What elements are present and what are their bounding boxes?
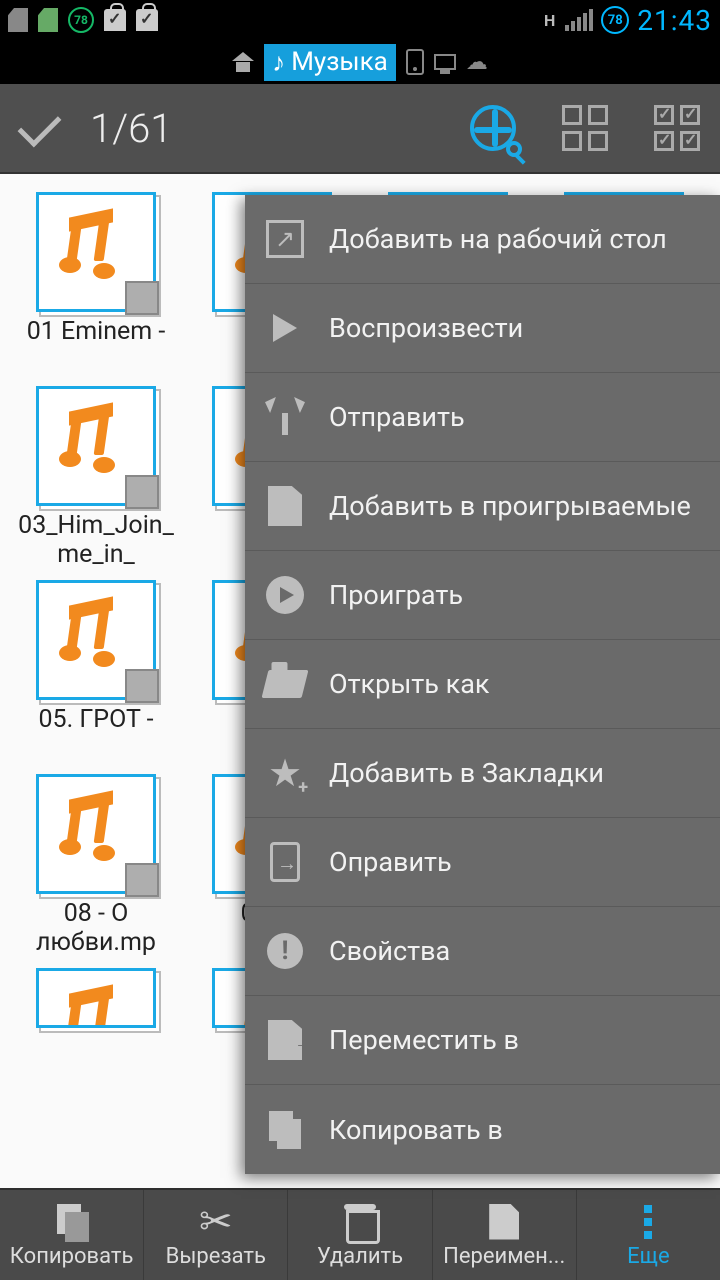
- folder-open-icon: [263, 662, 307, 706]
- menu-open-as[interactable]: Открыть как: [245, 640, 720, 729]
- file-name: 05. ГРОТ -: [8, 706, 184, 764]
- menu-label: Копировать в: [329, 1114, 503, 1146]
- usb-icon: [38, 8, 58, 32]
- menu-properties[interactable]: ! Свойства: [245, 907, 720, 996]
- star-add-icon: ★: [263, 751, 307, 795]
- menu-label: Добавить в проигрываемые: [329, 490, 691, 522]
- menu-move-to[interactable]: Переместить в: [245, 996, 720, 1085]
- rename-button[interactable]: Переимен...: [433, 1190, 577, 1280]
- copy-to-icon: [263, 1108, 307, 1152]
- info-icon: !: [263, 929, 307, 973]
- file-item[interactable]: [8, 968, 184, 1034]
- menu-send-device[interactable]: Оправить: [245, 818, 720, 907]
- signal-icon: [565, 9, 593, 31]
- add-to-home-icon: ↗: [263, 217, 307, 261]
- sd-icon: [8, 8, 28, 32]
- select-all-button[interactable]: [654, 105, 700, 151]
- menu-add-to-home[interactable]: ↗ Добавить на рабочий стол: [245, 195, 720, 284]
- copy-icon: [57, 1202, 87, 1242]
- magnifier-icon: [506, 141, 522, 157]
- lan-icon[interactable]: [434, 54, 456, 70]
- battery-status-icon: 78: [601, 6, 629, 34]
- file-item[interactable]: 05. ГРОТ -: [8, 580, 184, 764]
- menu-label: Проиграть: [329, 579, 463, 611]
- copy-label: Копировать: [10, 1244, 134, 1269]
- menu-label: Воспроизвести: [329, 312, 523, 344]
- move-to-icon: [263, 1018, 307, 1062]
- file-name: 03_Him_Join_me_in_: [8, 512, 184, 570]
- cut-label: Вырезать: [166, 1244, 266, 1269]
- cloud-icon[interactable]: ☁: [466, 50, 488, 75]
- download-done-icon-2: [136, 9, 158, 31]
- trash-icon: [344, 1202, 376, 1242]
- breadcrumb-current[interactable]: ♪ Музыка: [264, 44, 396, 81]
- more-label: Еще: [627, 1244, 670, 1269]
- network-type: H: [544, 11, 555, 30]
- battery-circle-icon: 78: [68, 7, 94, 33]
- clock: 21:43: [637, 4, 712, 37]
- send-to-device-icon: [263, 840, 307, 884]
- menu-share[interactable]: Отправить: [245, 373, 720, 462]
- breadcrumb-label: Музыка: [291, 47, 388, 77]
- play-icon: [263, 306, 307, 350]
- share-icon: [263, 395, 307, 439]
- download-done-icon: [104, 9, 126, 31]
- menu-copy-to[interactable]: Копировать в: [245, 1085, 720, 1174]
- menu-label: Добавить в Закладки: [329, 757, 604, 789]
- menu-label: Добавить на рабочий стол: [329, 223, 667, 255]
- more-button[interactable]: Еще: [577, 1190, 720, 1280]
- status-bar: 78 H 78 21:43: [0, 0, 720, 40]
- selection-toolbar: 1/61: [0, 84, 720, 174]
- copy-button[interactable]: Копировать: [0, 1190, 144, 1280]
- search-web-button[interactable]: [470, 105, 516, 151]
- menu-label: Отправить: [329, 401, 465, 433]
- delete-button[interactable]: Удалить: [288, 1190, 432, 1280]
- bottom-action-bar: Копировать ✂ Вырезать Удалить Переимен..…: [0, 1188, 720, 1280]
- menu-add-to-playlist[interactable]: Добавить в проигрываемые: [245, 462, 720, 551]
- cut-icon: ✂: [199, 1202, 233, 1242]
- context-menu: ↗ Добавить на рабочий стол Воспроизвести…: [245, 195, 720, 1174]
- cut-button[interactable]: ✂ Вырезать: [144, 1190, 288, 1280]
- delete-label: Удалить: [317, 1244, 403, 1269]
- more-icon: [644, 1202, 652, 1242]
- select-interval-button[interactable]: [562, 105, 608, 151]
- device-icon[interactable]: [406, 49, 424, 75]
- file-item[interactable]: 08 - О любви.mp: [8, 774, 184, 958]
- menu-bookmark[interactable]: ★ Добавить в Закладки: [245, 729, 720, 818]
- menu-play-circle[interactable]: Проиграть: [245, 551, 720, 640]
- file-item[interactable]: 03_Him_Join_me_in_: [8, 386, 184, 570]
- file-name: 01 Eminem -: [8, 318, 184, 376]
- file-name: 08 - О любви.mp: [8, 900, 184, 958]
- rename-label: Переимен...: [443, 1244, 565, 1269]
- menu-label: Оправить: [329, 846, 452, 878]
- selection-count: 1/61: [90, 105, 172, 152]
- confirm-selection-icon[interactable]: [14, 108, 70, 148]
- menu-label: Открыть как: [329, 668, 490, 700]
- breadcrumb: ♪ Музыка ☁: [0, 40, 720, 84]
- menu-label: Переместить в: [329, 1024, 519, 1056]
- rename-icon: [489, 1202, 519, 1242]
- music-tab-icon: ♪: [272, 47, 285, 78]
- add-to-playlist-icon: [263, 484, 307, 528]
- menu-play[interactable]: Воспроизвести: [245, 284, 720, 373]
- home-icon[interactable]: [232, 52, 254, 72]
- file-item[interactable]: 01 Eminem -: [8, 192, 184, 376]
- play-circle-icon: [263, 573, 307, 617]
- menu-label: Свойства: [329, 935, 450, 967]
